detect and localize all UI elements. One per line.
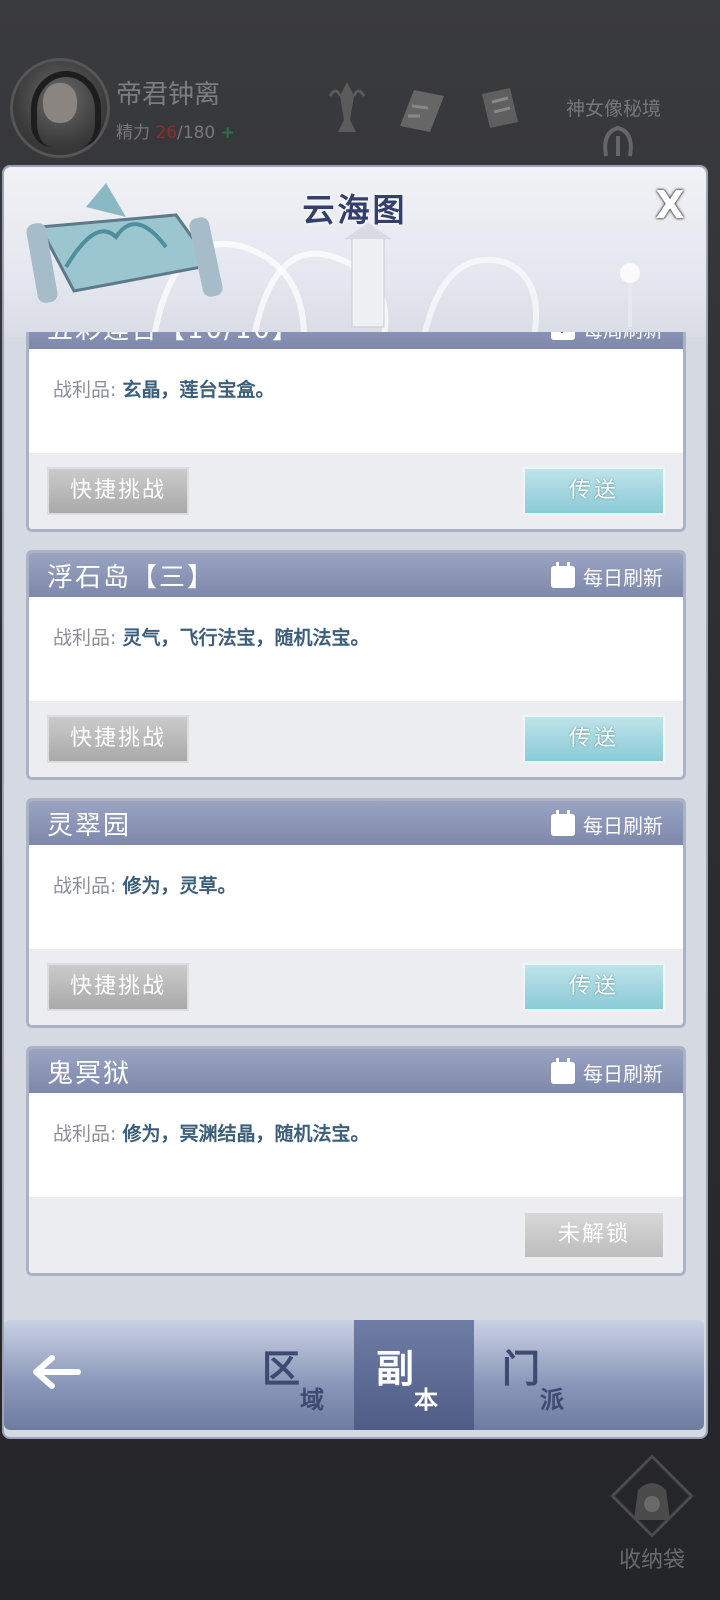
card-header: 灵翠园 每日刷新 (29, 801, 683, 845)
refresh-info: 每日刷新 (551, 809, 663, 839)
loot-text: 战利品: 灵气，飞行法宝，随机法宝。 (53, 623, 369, 650)
card-header: 鬼冥狱 每日刷新 (29, 1049, 683, 1093)
bag-icon (610, 1454, 694, 1538)
energy-current: 26 (155, 123, 178, 143)
energy-add-button[interactable]: + (221, 123, 235, 143)
bottom-nav: 区 域 副 本 门 派 (4, 1320, 704, 1430)
tab-region-main: 区 (262, 1347, 301, 1391)
secret-realm-label[interactable]: 神女像秘境 (566, 94, 661, 121)
loot-items: 灵气，飞行法宝，随机法宝。 (122, 627, 370, 649)
map-icon[interactable] (474, 76, 524, 136)
loot-text: 战利品: 修为，灵草。 (53, 871, 236, 898)
loot-text: 战利品: 修为，冥渊结晶，随机法宝。 (53, 1119, 369, 1146)
loot-items: 修为，灵草。 (122, 875, 237, 897)
tab-region-sub: 域 (300, 1386, 324, 1414)
back-arrow-icon[interactable] (28, 1350, 84, 1394)
energy-max: /180 (177, 123, 216, 143)
player-name: 帝君钟离 (116, 80, 221, 110)
avatar[interactable] (10, 58, 110, 158)
close-button[interactable]: X (648, 183, 692, 227)
calendar-icon (551, 809, 575, 836)
card-footer: 未解锁 (29, 1197, 683, 1273)
loot-label: 战利品: (53, 875, 117, 897)
teleport-button[interactable]: 传送 (523, 963, 665, 1011)
card-footer: 快捷挑战 传送 (29, 701, 683, 777)
loot-label: 战利品: (53, 1123, 117, 1145)
top-bar: 帝君钟离 精力 26/180 + 神女像秘境 (0, 50, 720, 165)
locked-button[interactable]: 未解锁 (523, 1211, 665, 1259)
energy-label: 精力 (116, 123, 150, 143)
calendar-icon (551, 1057, 575, 1084)
refresh-label: 每周刷新 (583, 332, 663, 343)
dungeon-name: 浮石岛【三】 (47, 563, 216, 593)
portal-icon[interactable] (598, 122, 638, 162)
storage-bag[interactable]: 收纳袋 (602, 1446, 702, 1586)
dungeon-list[interactable]: 五彩莲台【10/10】 7 每周刷新 战利品: 玄晶，莲台宝盒。 快捷挑战 传送… (26, 332, 688, 1452)
refresh-info: 7 每周刷新 (551, 332, 663, 343)
teleport-button[interactable]: 传送 (523, 715, 665, 763)
tab-region[interactable]: 区 域 (240, 1320, 360, 1430)
loot-text: 战利品: 玄晶，莲台宝盒。 (53, 375, 274, 402)
tab-sect-main: 门 (502, 1347, 541, 1391)
dungeon-name: 鬼冥狱 (47, 1059, 132, 1089)
card-footer: 快捷挑战 传送 (29, 453, 683, 529)
quick-challenge-button[interactable]: 快捷挑战 (47, 715, 189, 763)
scroll-icon[interactable] (394, 76, 450, 136)
dungeon-card: 鬼冥狱 每日刷新 战利品: 修为，冥渊结晶，随机法宝。 未解锁 (26, 1046, 686, 1276)
tab-sect-sub: 派 (540, 1386, 564, 1414)
loot-label: 战利品: (53, 379, 117, 401)
bag-label: 收纳袋 (618, 1548, 685, 1573)
loot-label: 战利品: (53, 627, 117, 649)
tab-dungeon-sub: 本 (414, 1386, 438, 1414)
refresh-info: 每日刷新 (551, 1057, 663, 1087)
dungeon-card: 五彩莲台【10/10】 7 每周刷新 战利品: 玄晶，莲台宝盒。 快捷挑战 传送 (26, 332, 686, 532)
statue-icon[interactable] (322, 76, 372, 136)
panel-title: 云海图 (302, 191, 408, 229)
refresh-label: 每日刷新 (583, 814, 663, 838)
refresh-info: 每日刷新 (551, 561, 663, 591)
quick-challenge-button[interactable]: 快捷挑战 (47, 963, 189, 1011)
card-header: 五彩莲台【10/10】 7 每周刷新 (29, 332, 683, 349)
tab-dungeon[interactable]: 副 本 (354, 1320, 474, 1430)
tab-sect[interactable]: 门 派 (480, 1320, 600, 1430)
dungeon-panel: 云海图 X 五彩莲台【10/10】 7 每周刷新 战利品: 玄晶，莲台宝盒。 快… (2, 165, 708, 1439)
refresh-label: 每日刷新 (583, 566, 663, 590)
calendar-icon: 7 (551, 332, 575, 340)
dungeon-card: 灵翠园 每日刷新 战利品: 修为，灵草。 快捷挑战 传送 (26, 798, 686, 1028)
calendar-icon (551, 561, 575, 588)
refresh-label: 每日刷新 (583, 1062, 663, 1086)
panel-header: 云海图 X (4, 167, 706, 337)
energy-display: 精力 26/180 + (116, 118, 235, 143)
card-header: 浮石岛【三】 每日刷新 (29, 553, 683, 597)
dungeon-name: 五彩莲台【10/10】 (47, 332, 300, 346)
quick-challenge-button[interactable]: 快捷挑战 (47, 467, 189, 515)
dungeon-name: 灵翠园 (47, 811, 132, 841)
teleport-button[interactable]: 传送 (523, 467, 665, 515)
tab-dungeon-main: 副 (376, 1347, 415, 1391)
dungeon-card: 浮石岛【三】 每日刷新 战利品: 灵气，飞行法宝，随机法宝。 快捷挑战 传送 (26, 550, 686, 780)
loot-items: 修为，冥渊结晶，随机法宝。 (122, 1123, 370, 1145)
loot-items: 玄晶，莲台宝盒。 (122, 379, 275, 401)
card-footer: 快捷挑战 传送 (29, 949, 683, 1025)
